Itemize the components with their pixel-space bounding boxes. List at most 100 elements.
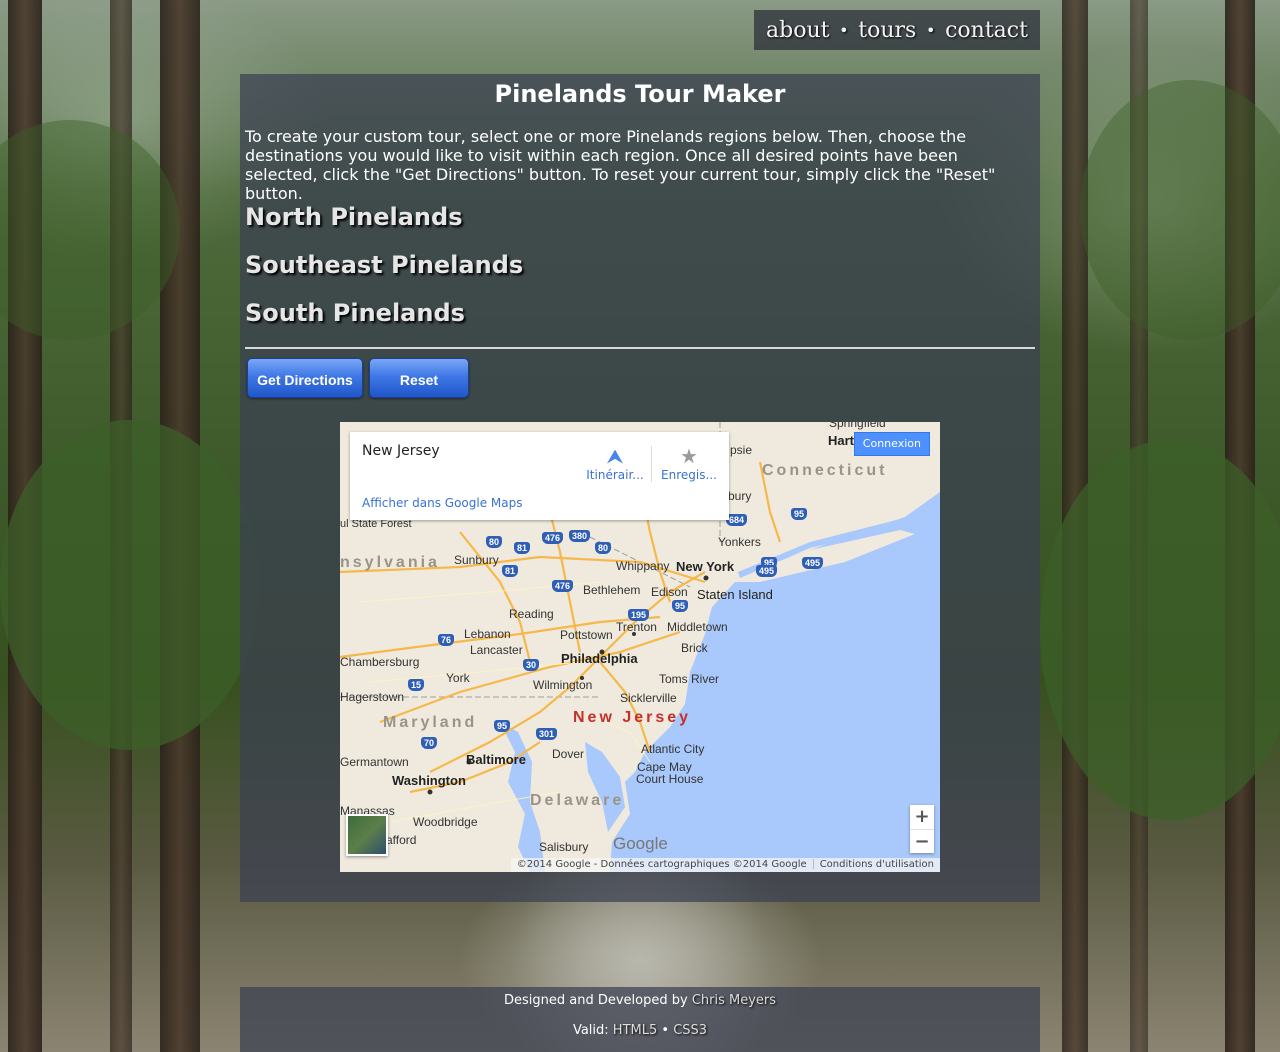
zoom-out-button[interactable]: − (910, 830, 934, 854)
nav-separator: • (839, 20, 849, 40)
highway-shield: 80 (486, 536, 503, 548)
map-label-edison: Edison (651, 585, 688, 599)
region-south-pinelands[interactable]: South Pinelands (245, 299, 465, 327)
map-data-credit: ©2014 Google - Données cartographiques ©… (516, 859, 807, 870)
reset-button[interactable]: Reset (369, 358, 469, 398)
view-in-google-maps-link[interactable]: Afficher dans Google Maps (362, 496, 523, 510)
highway-shield: 495 (802, 557, 824, 569)
map-label-wilmington: Wilmington (533, 678, 593, 692)
get-directions-button[interactable]: Get Directions (247, 358, 363, 398)
author-link[interactable]: Chris Meyers (692, 993, 776, 1008)
map-label-dover: Dover (552, 747, 585, 761)
region-southeast-pinelands[interactable]: Southeast Pinelands (245, 251, 523, 279)
directions-icon: ⮝ (606, 444, 624, 468)
map-directions-label: Itinérair... (586, 468, 644, 482)
map-label-pennsylvania: nsylvania (340, 554, 440, 571)
highway-shield: 476 (552, 580, 574, 592)
map-label-washington: Washington (392, 773, 466, 788)
map-label-woodbridge: Woodbridge (413, 815, 478, 829)
zoom-in-button[interactable]: + (910, 805, 934, 829)
highway-shield: 301 (536, 728, 558, 740)
map-action-divider (651, 446, 652, 482)
map-label-maryland: Maryland (383, 714, 478, 731)
top-nav: about • tours • contact (754, 10, 1040, 50)
main-panel: Pinelands Tour Maker To create your cust… (240, 74, 1040, 902)
highway-shield: 476 (542, 532, 564, 544)
map-label-sunbury: Sunbury (454, 553, 499, 567)
footer-credit: Designed and Developed by Chris Meyers (240, 993, 1040, 1008)
footer-validation: Valid: HTML5 • CSS3 (240, 1023, 1040, 1038)
divider (245, 347, 1035, 349)
highway-shield: 95 (791, 508, 808, 520)
highway-shield: 495 (756, 565, 778, 577)
highway-shield: 81 (502, 565, 519, 577)
highway-shield: 30 (523, 659, 540, 671)
map-info-card: New Jersey ⮝ Itinérair... ★ Enregis... A… (350, 432, 729, 520)
map-label-cape-may-court-house: Court House (636, 772, 704, 786)
map-label-chambersburg: Chambersburg (340, 655, 420, 669)
highway-shield: 80 (595, 542, 612, 554)
map-label-stafford: afford (386, 833, 417, 847)
embedded-map[interactable]: Springfield Hartford Connecticut psie bu… (340, 422, 940, 872)
map-label-baltimore: Baltimore (466, 752, 526, 767)
map-label-whippany: Whippany (616, 559, 670, 573)
highway-shield: 15 (408, 679, 425, 691)
map-label-germantown: Germantown (340, 755, 409, 769)
map-label-lebanon: Lebanon (464, 627, 511, 641)
map-label-staten-island: Staten Island (697, 587, 773, 602)
highway-shield: 684 (726, 514, 748, 526)
map-label-connecticut: Connecticut (762, 462, 888, 479)
highway-shield: 95 (494, 720, 511, 732)
map-attribution: ©2014 Google - Données cartographiques ©… (510, 858, 940, 872)
google-logo: Google (613, 834, 668, 853)
map-label-philadelphia: Philadelphia (561, 651, 638, 666)
map-label-hagerstown: Hagerstown (340, 690, 405, 704)
map-label-bethlehem: Bethlehem (583, 583, 641, 597)
map-label-bury: bury (728, 489, 752, 503)
footer-bullet: • (661, 1023, 670, 1038)
page-title: Pinelands Tour Maker (494, 80, 786, 108)
map-label-sicklerville: Sicklerville (620, 691, 677, 705)
map-label-york: York (446, 671, 470, 685)
valid-prefix: Valid: (572, 1023, 609, 1038)
highway-shield: 70 (421, 737, 438, 749)
map-label-pottstown: Pottstown (560, 628, 613, 642)
nav-about[interactable]: about (766, 18, 829, 43)
map-label-delaware: Delaware (530, 792, 625, 809)
map-label-springfield: Springfield (829, 422, 886, 430)
map-label-reading: Reading (509, 607, 554, 621)
map-save-action[interactable]: ★ Enregis... (653, 444, 725, 482)
highway-shield: 380 (569, 530, 591, 542)
star-icon: ★ (680, 444, 698, 468)
highway-shield: 95 (672, 600, 689, 612)
highway-shield: 81 (514, 542, 531, 554)
map-label-trenton: Trenton (616, 620, 657, 634)
map-label-middletown: Middletown (667, 620, 728, 634)
map-directions-action[interactable]: ⮝ Itinérair... (579, 444, 651, 482)
map-label-new-york: New York (676, 559, 735, 574)
map-label-toms-river: Toms River (659, 672, 720, 686)
footer-credit-prefix: Designed and Developed by (503, 993, 688, 1008)
highway-shield: 195 (628, 609, 650, 621)
map-label-lancaster: Lancaster (470, 643, 523, 657)
map-place-name: New Jersey (362, 443, 440, 459)
map-label-salisbury: Salisbury (539, 840, 589, 854)
map-label-new-jersey: New Jersey (573, 709, 692, 726)
footer: Designed and Developed by Chris Meyers V… (240, 987, 1040, 1052)
nav-contact[interactable]: contact (945, 18, 1028, 43)
html5-link[interactable]: HTML5 (613, 1023, 657, 1038)
map-sign-in-button[interactable]: Connexion (853, 432, 930, 456)
map-label-brick: Brick (681, 641, 708, 655)
map-label-psie: psie (730, 443, 753, 457)
css3-link[interactable]: CSS3 (673, 1023, 707, 1038)
map-terms-link[interactable]: Conditions d'utilisation (820, 859, 934, 870)
highway-shield: 76 (438, 634, 455, 646)
nav-separator: • (925, 20, 936, 40)
map-save-label: Enregis... (661, 468, 717, 482)
map-zoom-control: + − (910, 805, 934, 853)
map-label-atlantic-city: Atlantic City (641, 742, 705, 756)
region-north-pinelands[interactable]: North Pinelands (245, 203, 462, 231)
map-label-yonkers: Yonkers (718, 535, 761, 549)
nav-tours[interactable]: tours (858, 18, 916, 43)
satellite-view-toggle[interactable] (346, 814, 388, 856)
